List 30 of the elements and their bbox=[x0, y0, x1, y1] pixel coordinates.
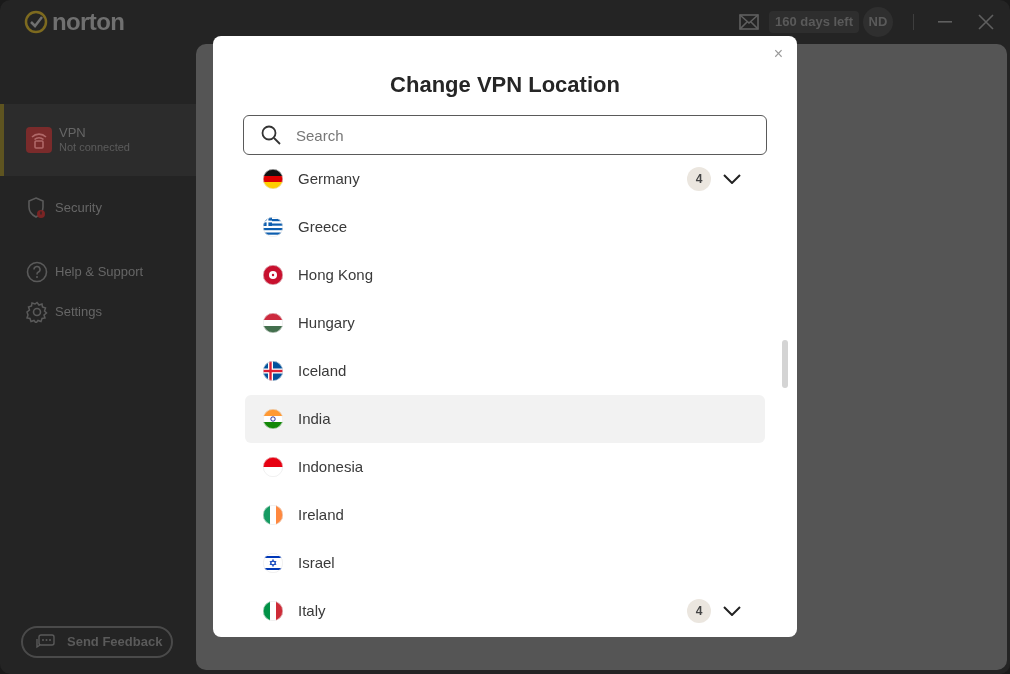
logo-check-icon bbox=[24, 10, 48, 34]
help-icon bbox=[26, 261, 48, 283]
flag-icon bbox=[263, 265, 283, 285]
shield-alert-icon bbox=[26, 196, 48, 220]
chevron-icon[interactable] bbox=[723, 174, 741, 184]
count-badge: 4 bbox=[687, 167, 711, 191]
logo-text: norton bbox=[52, 10, 125, 34]
search-field[interactable]: Search bbox=[243, 115, 767, 155]
flag-icon bbox=[263, 601, 283, 621]
minimize-icon[interactable] bbox=[938, 21, 952, 23]
search-icon bbox=[261, 125, 281, 145]
settings-icon bbox=[26, 301, 48, 323]
location-row[interactable]: India bbox=[245, 395, 765, 443]
flag-icon bbox=[263, 217, 283, 237]
scrollbar-thumb[interactable] bbox=[782, 340, 788, 388]
dialog-title: Change VPN Location bbox=[389, 71, 621, 99]
flag-icon bbox=[263, 169, 283, 189]
flag-icon bbox=[263, 409, 283, 429]
wifi-lock-icon bbox=[26, 127, 52, 153]
flag-icon bbox=[263, 505, 283, 525]
chevron-icon[interactable] bbox=[723, 606, 741, 616]
mail-icon[interactable] bbox=[738, 14, 759, 30]
chat-icon bbox=[35, 634, 55, 650]
nav-label: VPN bbox=[59, 125, 87, 142]
flag-icon bbox=[263, 457, 283, 477]
flag-icon bbox=[263, 361, 283, 381]
count-badge: 4 bbox=[687, 599, 711, 623]
flag-icon bbox=[263, 553, 283, 573]
flag-icon bbox=[263, 313, 283, 333]
close-icon[interactable] bbox=[978, 14, 994, 30]
